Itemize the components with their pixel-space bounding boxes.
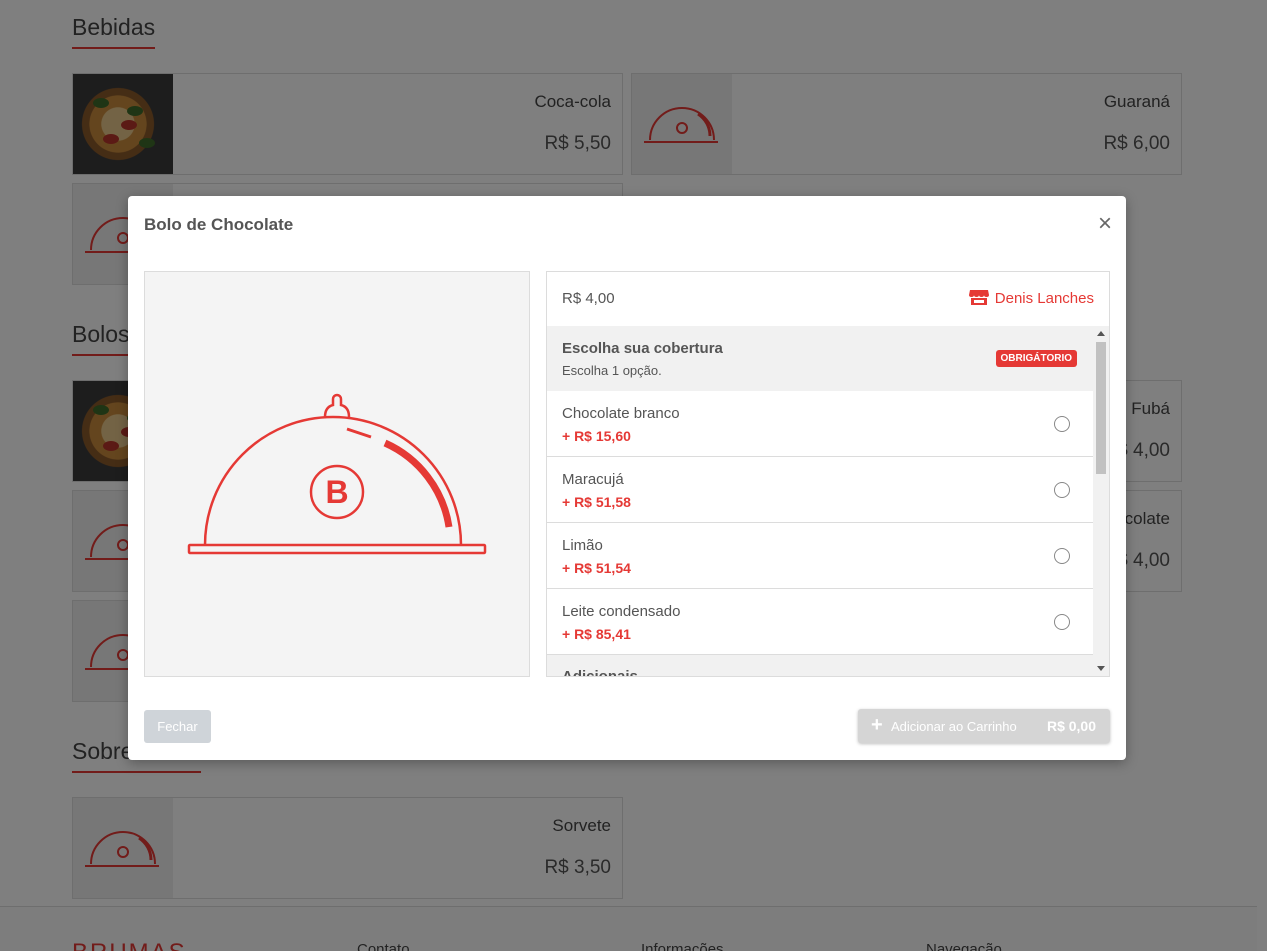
option-row-leite-condensado[interactable]: Leite condensado + R$ 85,41 (547, 589, 1093, 655)
option-row-chocolate-branco[interactable]: Chocolate branco + R$ 15,60 (547, 391, 1093, 457)
options-scrollbar[interactable] (1093, 326, 1109, 676)
options-panel: R$ 4,00 Denis Lanches Escolha sua cobert… (546, 271, 1110, 677)
option-row-maracuja[interactable]: Maracujá + R$ 51,58 (547, 457, 1093, 523)
base-price: R$ 4,00 (562, 290, 615, 307)
option-row-limao[interactable]: Limão + R$ 51,54 (547, 523, 1093, 589)
close-button[interactable]: Fechar (144, 710, 211, 743)
option-group-subtitle: Escolha 1 opção. (562, 363, 662, 378)
option-name: Limão (562, 537, 603, 554)
option-name: Leite condensado (562, 603, 681, 620)
option-radio[interactable] (1054, 548, 1070, 564)
options-scroll-area[interactable]: Escolha sua cobertura Escolha 1 opção. O… (547, 326, 1093, 676)
add-to-cart-label: Adicionar ao Carrinho (891, 719, 1017, 734)
add-to-cart-button[interactable]: + Adicionar ao Carrinho R$ 0,00 (858, 709, 1110, 743)
product-modal: Bolo de Chocolate × B R$ 4,00 Denis Lanc… (128, 196, 1126, 760)
scrollbar-thumb[interactable] (1096, 342, 1106, 474)
cart-total: R$ 0,00 (1046, 718, 1096, 734)
option-price: + R$ 85,41 (562, 626, 631, 642)
cloche-icon: B (187, 393, 487, 555)
option-price: + R$ 15,60 (562, 428, 631, 444)
option-radio[interactable] (1054, 614, 1070, 630)
close-icon[interactable]: × (1098, 212, 1112, 236)
modal-title: Bolo de Chocolate (144, 215, 294, 234)
option-group-title: Adicionais (562, 668, 638, 676)
store-name: Denis Lanches (994, 290, 1094, 307)
option-group-header: Adicionais (547, 655, 1093, 676)
option-name: Chocolate branco (562, 405, 680, 422)
option-price: + R$ 51,54 (562, 560, 631, 576)
plus-icon: + (871, 714, 883, 736)
option-group-title: Escolha sua cobertura (562, 340, 723, 357)
option-radio[interactable] (1054, 416, 1070, 432)
store-icon (968, 289, 989, 309)
option-radio[interactable] (1054, 482, 1070, 498)
option-name: Maracujá (562, 471, 624, 488)
required-badge: OBRIGÁTORIO (995, 350, 1077, 367)
store-link[interactable]: Denis Lanches (968, 289, 1094, 309)
option-group-header: Escolha sua cobertura Escolha 1 opção. O… (547, 326, 1093, 391)
product-image: B (144, 271, 530, 677)
options-header: R$ 4,00 Denis Lanches (547, 272, 1109, 326)
svg-text:B: B (325, 474, 348, 510)
scroll-down-arrow-icon[interactable] (1097, 666, 1105, 671)
option-price: + R$ 51,58 (562, 494, 631, 510)
scroll-up-arrow-icon[interactable] (1097, 331, 1105, 336)
